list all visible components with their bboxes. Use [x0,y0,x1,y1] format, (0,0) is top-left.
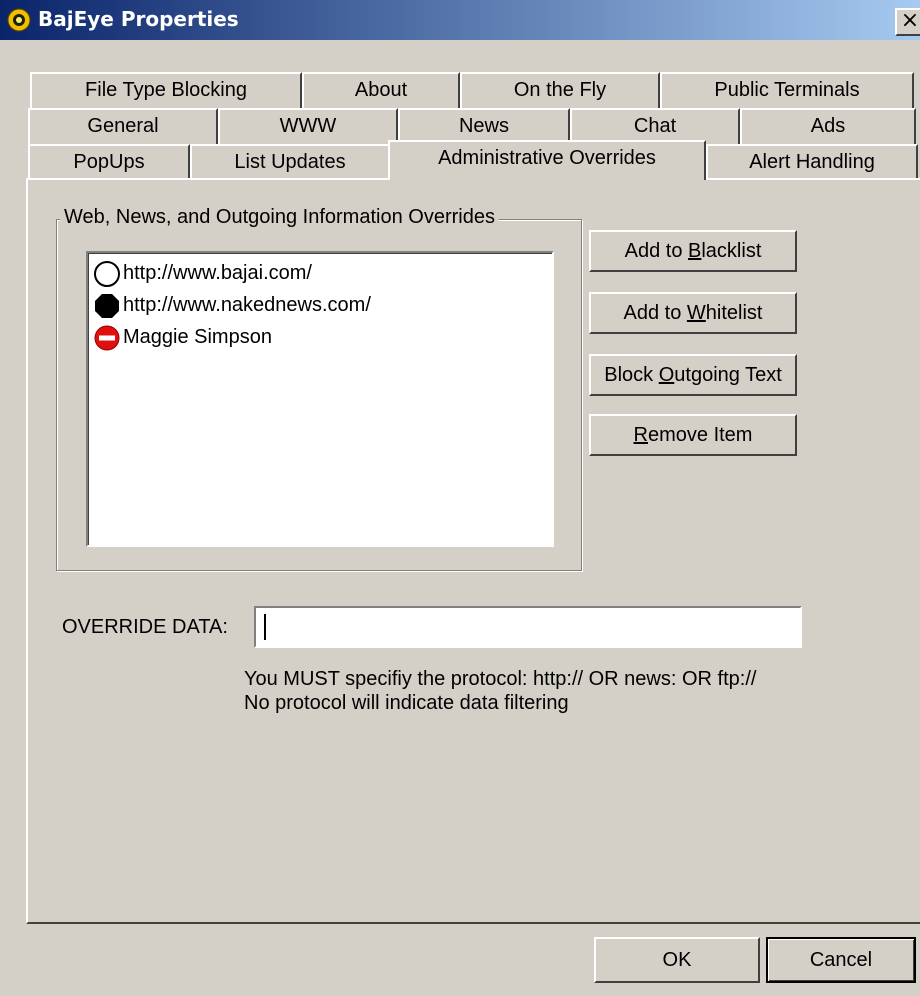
tab-popups[interactable]: PopUps [28,144,190,180]
button-label-suffix: utgoing Text [674,364,782,386]
button-accelerator: O [658,364,675,386]
button-label-prefix: Add to [624,240,689,262]
button-accelerator: R [633,424,648,446]
button-accelerator: B [688,240,702,262]
block-outgoing-text-button[interactable]: Block Outgoing Text [589,354,797,396]
list-item-text: Maggie Simpson [123,326,272,348]
remove-item-button[interactable]: Remove Item [589,414,797,456]
button-label-prefix: Add to [623,302,687,324]
button-label-suffix: emove Item [647,424,753,446]
window-title: BajEye Properties [38,7,239,31]
override-data-label: OVERRIDE DATA: [62,616,228,638]
overrides-list[interactable]: http://www.bajai.com/ http://www.nakedne… [86,251,554,547]
tab-alert-handling[interactable]: Alert Handling [706,144,918,180]
tab-news[interactable]: News [398,108,570,144]
tab-about[interactable]: About [302,72,460,108]
add-to-blacklist-button[interactable]: Add to Blacklist [589,230,797,272]
no-entry-icon [94,325,120,351]
cancel-button[interactable]: Cancel [766,937,916,983]
ok-button[interactable]: OK [594,937,760,983]
button-label-suffix: hitelist [705,302,763,324]
filtering-hint: No protocol will indicate data filtering [244,692,569,714]
button-accelerator: W [686,302,706,324]
list-item[interactable]: http://www.nakednews.com/ [94,291,371,319]
tab-file-type-blocking[interactable]: File Type Blocking [30,72,302,108]
tab-general[interactable]: General [28,108,218,144]
text-caret [264,614,266,640]
close-button[interactable]: × [895,8,920,36]
protocol-hint: You MUST specifiy the protocol: http:// … [244,668,757,690]
white-circle-icon [94,260,120,287]
override-data-input[interactable] [254,606,802,648]
overrides-group-label: Web, News, and Outgoing Information Over… [60,206,499,229]
list-item[interactable]: http://www.bajai.com/ [94,259,312,287]
button-label-prefix: Block [604,364,659,386]
button-label-suffix: lacklist [701,240,762,262]
black-octagon-icon [95,293,119,318]
title-bar: BajEye Properties × [0,0,920,40]
tab-chat[interactable]: Chat [570,108,740,144]
add-to-whitelist-button[interactable]: Add to Whitelist [589,292,797,334]
list-item-text: http://www.bajai.com/ [123,262,312,284]
list-item[interactable]: Maggie Simpson [94,323,272,351]
tab-www[interactable]: WWW [218,108,398,144]
tab-list-updates[interactable]: List Updates [190,144,390,180]
tab-ads[interactable]: Ads [740,108,916,144]
list-item-text: http://www.nakednews.com/ [123,294,371,316]
bajeye-app-icon [7,8,31,32]
tab-on-the-fly[interactable]: On the Fly [460,72,660,108]
tab-administrative-overrides[interactable]: Administrative Overrides [388,140,706,180]
tab-public-terminals[interactable]: Public Terminals [660,72,914,108]
